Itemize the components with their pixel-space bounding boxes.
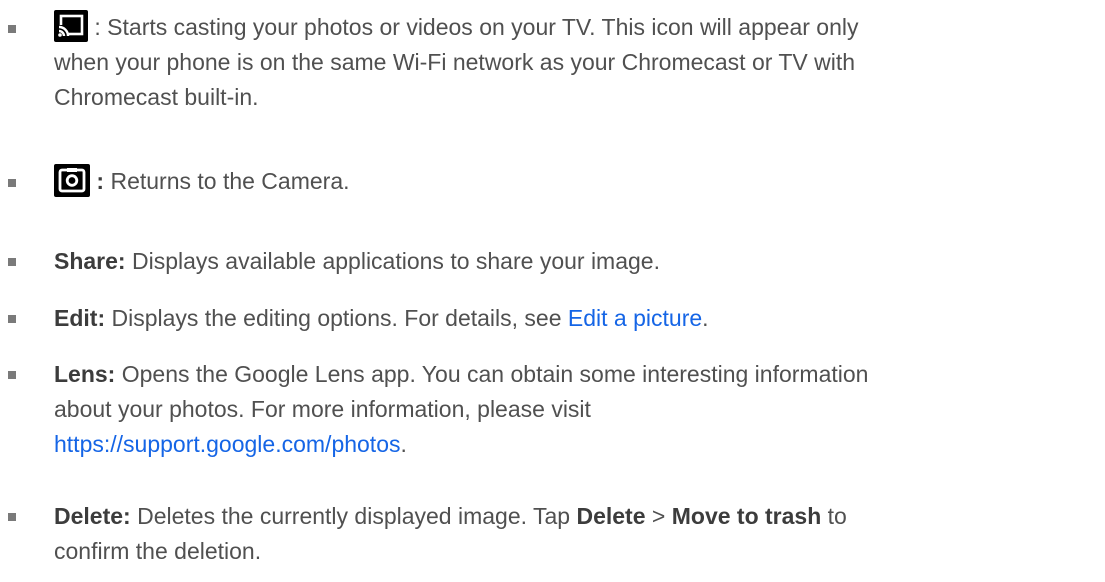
item-text: Delete: Deletes the currently displayed … (54, 503, 847, 564)
bullet (8, 25, 16, 33)
edit-picture-link[interactable]: Edit a picture (568, 305, 702, 331)
google-photos-support-link[interactable]: https://support.google.com/photos (54, 431, 401, 457)
bullet (8, 371, 16, 379)
camera-icon (54, 164, 90, 198)
item-text: Lens: Opens the Google Lens app. You can… (54, 361, 869, 457)
item-text: : Returns to the Camera. (54, 164, 1104, 199)
bullet (8, 513, 16, 521)
item-label: Lens: (54, 361, 116, 387)
item-label: Delete: (54, 503, 131, 529)
item-label: Share: (54, 248, 126, 274)
item-text: Edit: Displays the editing options. For … (54, 305, 709, 331)
item-text: Share: Displays available applications t… (54, 248, 660, 274)
bullet (8, 258, 16, 266)
bullet (8, 315, 16, 323)
item-label: Edit: (54, 305, 106, 331)
cast-icon (54, 9, 88, 42)
item-text: : Starts casting your photos or videos o… (54, 9, 1104, 115)
bullet (8, 179, 16, 187)
